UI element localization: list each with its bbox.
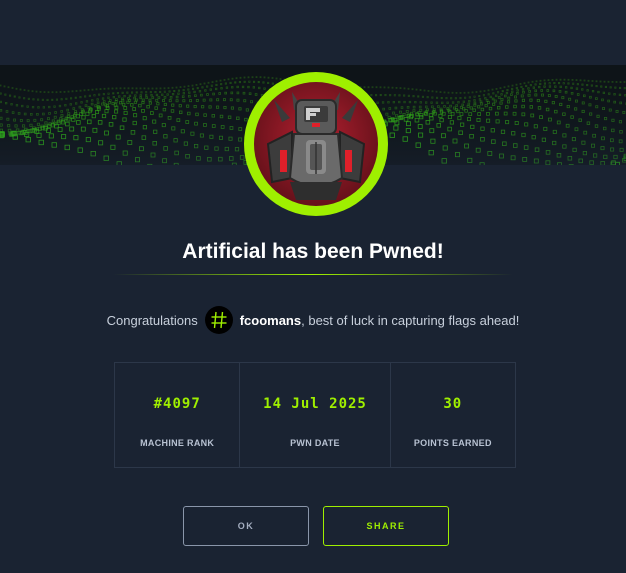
ok-button[interactable]: OK — [183, 506, 309, 546]
page-title: Artificial has been Pwned! — [182, 240, 444, 263]
stats-panel: #4097 MACHINE RANK 14 Jul 2025 PWN DATE … — [114, 362, 516, 468]
machine-avatar — [244, 72, 388, 216]
share-button[interactable]: SHARE — [323, 506, 449, 546]
robot-icon — [254, 82, 378, 206]
congrats-suffix: , best of luck in capturing flags ahead! — [301, 312, 520, 328]
congrats-message: Congratulations fcoomans , best of luck … — [0, 305, 626, 335]
stat-points-earned: 30 POINTS EARNED — [391, 363, 515, 467]
stat-label: POINTS EARNED — [413, 438, 492, 448]
stat-label: MACHINE RANK — [140, 438, 215, 448]
username-link[interactable]: fcoomans — [240, 313, 301, 328]
stat-value: #4097 — [153, 396, 201, 412]
congrats-prefix: Congratulations — [106, 312, 198, 328]
stat-pwn-date: 14 Jul 2025 PWN DATE — [240, 363, 391, 467]
stat-value: 14 Jul 2025 — [263, 396, 367, 412]
stat-machine-rank: #4097 MACHINE RANK — [115, 363, 241, 467]
hashtag-icon — [211, 311, 227, 329]
stat-value: 30 — [443, 396, 463, 412]
title-divider — [113, 274, 513, 275]
stat-label: PWN DATE — [290, 438, 340, 448]
user-avatar[interactable] — [204, 306, 233, 334]
